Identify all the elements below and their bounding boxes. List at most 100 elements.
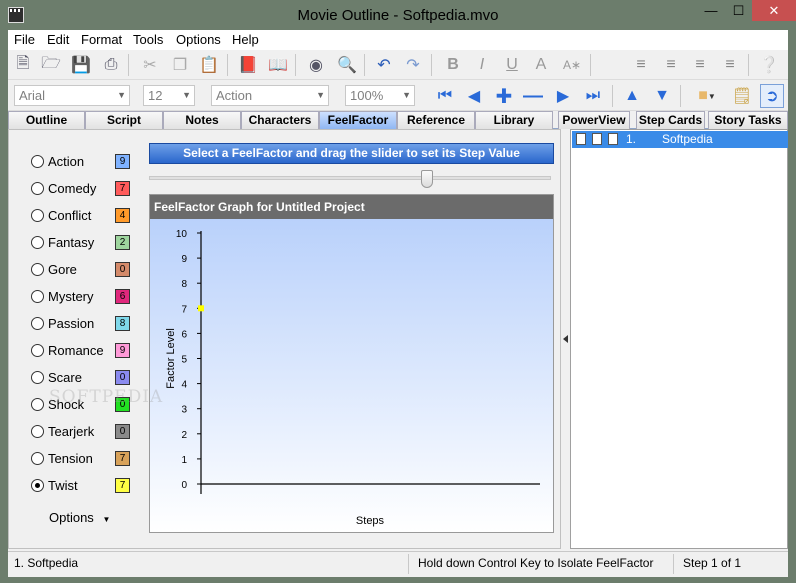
first-step-icon[interactable]: ⏮	[433, 84, 457, 108]
tab-feelfactor[interactable]: FeelFactor	[319, 111, 397, 129]
factor-row-romance[interactable]: Romance 9	[31, 342, 131, 360]
font-color-icon[interactable]: A	[529, 53, 553, 77]
paste-icon[interactable]: 📋	[197, 53, 221, 77]
menu-file[interactable]: File	[14, 32, 35, 47]
factor-row-tension[interactable]: Tension 7	[31, 450, 131, 468]
tab-story-tasks[interactable]: Story Tasks	[708, 111, 788, 129]
save-icon[interactable]: 💾	[69, 53, 93, 77]
options-dropdown[interactable]: Options ▼	[49, 510, 110, 525]
menu-format[interactable]: Format	[81, 32, 122, 47]
step-value-slider-thumb[interactable]	[421, 170, 433, 188]
align-center-icon[interactable]: ≡	[659, 53, 683, 77]
factor-radio[interactable]	[31, 155, 44, 168]
notepad-icon[interactable]: 🗒	[730, 84, 754, 108]
cut-icon[interactable]: ✂	[138, 53, 162, 77]
factor-row-twist[interactable]: Twist 7	[31, 477, 131, 495]
font-size-combo[interactable]: 12 ▼	[143, 85, 195, 106]
last-step-icon[interactable]: ⏭	[581, 84, 605, 108]
magnifier-icon[interactable]: 🔍	[335, 53, 359, 77]
copy-icon[interactable]: ❐	[168, 53, 192, 77]
tab-powerview[interactable]: PowerView	[558, 111, 630, 129]
tab-step-cards[interactable]: Step Cards	[636, 111, 705, 129]
factor-row-fantasy[interactable]: Fantasy 2	[31, 234, 131, 252]
main-toolbar: 🗎 🗁 💾 ⎙ ✂ ❐ 📋 📕 📖 ◉ 🔍 ↶ ↷ B I U A A∗ ≡ ≡…	[8, 50, 788, 80]
add-step-icon[interactable]: ✚	[492, 84, 516, 108]
menu-edit[interactable]: Edit	[47, 32, 69, 47]
tab-script[interactable]: Script	[85, 111, 163, 129]
print-icon[interactable]: ⎙	[99, 53, 123, 77]
previous-step-icon[interactable]: ◀	[462, 84, 486, 108]
move-down-icon[interactable]: ▼	[650, 84, 674, 108]
new-document-icon[interactable]: 🗎	[11, 53, 35, 77]
factor-radio[interactable]	[31, 236, 44, 249]
tab-notes[interactable]: Notes	[163, 111, 241, 129]
font-size-value: 12	[148, 88, 163, 103]
justify-icon[interactable]: ≡	[718, 53, 742, 77]
italic-icon[interactable]: I	[470, 53, 494, 77]
menu-options[interactable]: Options	[176, 32, 221, 47]
clear-format-icon[interactable]: A∗	[560, 53, 584, 77]
align-right-icon[interactable]: ≡	[688, 53, 712, 77]
help-icon[interactable]: ❔	[757, 53, 781, 77]
format-toolbar: Arial ▼ 12 ▼ Action ▼ 100% ▼ ⏮ ◀ ✚ — ▶ ⏭…	[8, 81, 788, 111]
remove-step-icon[interactable]: —	[521, 84, 545, 108]
status-separator	[673, 554, 674, 574]
factor-value-badge: 0	[115, 262, 130, 277]
zoom-combo[interactable]: 100% ▼	[345, 85, 415, 106]
factor-row-shock[interactable]: Shock 0	[31, 396, 131, 414]
maximize-button[interactable]: ☐	[725, 0, 752, 21]
menu-tools[interactable]: Tools	[133, 32, 163, 47]
panel-splitter[interactable]	[562, 129, 569, 549]
factor-row-tearjerk[interactable]: Tearjerk 0	[31, 423, 131, 441]
factor-radio[interactable]	[31, 452, 44, 465]
style-combo[interactable]: Action ▼	[211, 85, 329, 106]
factor-row-passion[interactable]: Passion 8	[31, 315, 131, 333]
undo-icon[interactable]: ↶	[372, 53, 396, 77]
binoculars-icon[interactable]: ◉	[304, 53, 328, 77]
redo-icon[interactable]: ↷	[401, 53, 425, 77]
factor-radio[interactable]	[31, 344, 44, 357]
step-list-item[interactable]: 1. Softpedia	[572, 131, 788, 148]
factor-radio[interactable]	[31, 371, 44, 384]
export-icon[interactable]: ➲	[760, 84, 784, 108]
graph-data-point[interactable]	[198, 305, 204, 312]
font-combo[interactable]: Arial ▼	[14, 85, 130, 106]
move-up-icon[interactable]: ▲	[620, 84, 644, 108]
status-bar: 1. Softpedia Hold down Control Key to Is…	[8, 551, 788, 577]
factor-row-comedy[interactable]: Comedy 7	[31, 180, 131, 198]
factor-row-conflict[interactable]: Conflict 4	[31, 207, 131, 225]
tab-characters[interactable]: Characters	[241, 111, 319, 129]
minimize-button[interactable]: —	[697, 0, 725, 21]
factor-row-action[interactable]: Action 9	[31, 153, 131, 171]
card-color-icon[interactable]: ■ ▼	[690, 84, 724, 108]
close-button[interactable]: ✕	[752, 0, 796, 21]
notebook-icon[interactable]: 📕	[236, 53, 260, 77]
factor-label: Passion	[48, 316, 95, 331]
instruction-banner: Select a FeelFactor and drag the slider …	[149, 143, 554, 164]
tab-reference[interactable]: Reference	[397, 111, 475, 129]
align-left-icon[interactable]: ≡	[629, 53, 653, 77]
factor-row-gore[interactable]: Gore 0	[31, 261, 131, 279]
factor-value-badge: 2	[115, 235, 130, 250]
factor-radio[interactable]	[31, 425, 44, 438]
next-step-icon[interactable]: ▶	[551, 84, 575, 108]
factor-radio[interactable]	[31, 479, 44, 492]
open-folder-icon[interactable]: 🗁	[39, 53, 63, 77]
graph-y-axis-label: Factor Level	[165, 328, 177, 389]
factor-radio[interactable]	[31, 317, 44, 330]
bold-icon[interactable]: B	[441, 53, 465, 77]
tab-outline[interactable]: Outline	[8, 111, 85, 129]
book-icon[interactable]: 📖	[266, 53, 290, 77]
factor-radio[interactable]	[31, 398, 44, 411]
factor-radio[interactable]	[31, 209, 44, 222]
step-value-slider-track[interactable]	[149, 176, 551, 180]
underline-icon[interactable]: U	[500, 53, 524, 77]
menu-help[interactable]: Help	[232, 32, 259, 47]
factor-value-badge: 9	[115, 154, 130, 169]
tab-library[interactable]: Library	[475, 111, 553, 129]
factor-row-scare[interactable]: Scare 0	[31, 369, 131, 387]
factor-radio[interactable]	[31, 290, 44, 303]
factor-radio[interactable]	[31, 182, 44, 195]
factor-radio[interactable]	[31, 263, 44, 276]
factor-row-mystery[interactable]: Mystery 6	[31, 288, 131, 306]
